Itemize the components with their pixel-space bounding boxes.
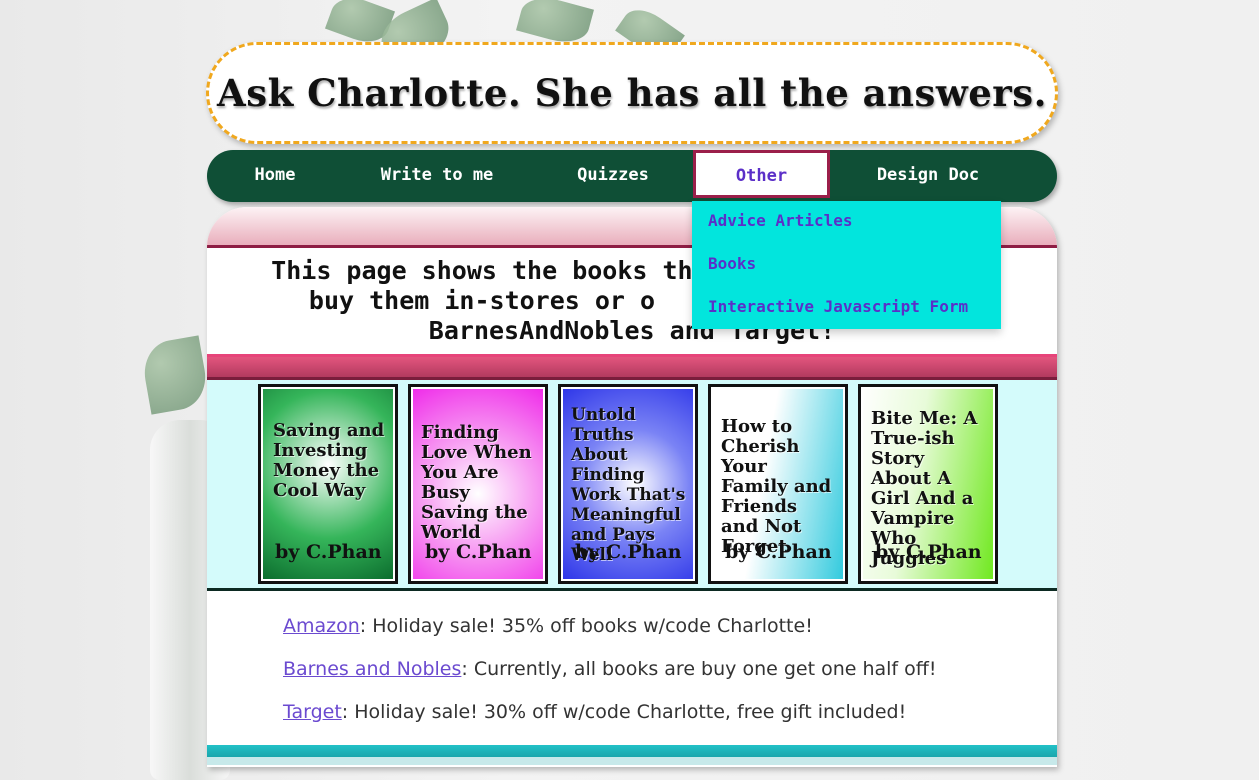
nav-home[interactable]: Home	[237, 150, 313, 202]
book-cover-bite-me[interactable]: Bite Me: A True-ish Story About A Girl A…	[858, 384, 998, 584]
amazon-link[interactable]: Amazon	[283, 615, 360, 637]
store-line-amazon: Amazon: Holiday sale! 35% off books w/co…	[283, 615, 813, 637]
book-cover-untold-truths[interactable]: Untold Truths About Finding Work That's …	[558, 384, 698, 584]
store-offer-text: : Holiday sale! 30% off w/code Charlotte…	[341, 701, 907, 723]
dropdown-item-advice-articles[interactable]: Advice Articles	[708, 211, 853, 230]
book-cover-cherish-family[interactable]: How to Cherish Your Family and Friends a…	[708, 384, 848, 584]
dropdown-item-books[interactable]: Books	[708, 254, 756, 273]
eucalyptus-leaf	[139, 335, 211, 415]
book-author: by C.Phan	[425, 541, 532, 563]
book-title: Saving and Investing Money the Cool Way	[273, 420, 385, 501]
book-author: by C.Phan	[275, 541, 382, 563]
book-author: by C.Phan	[725, 541, 832, 563]
store-line-target: Target: Holiday sale! 30% off w/code Cha…	[283, 701, 906, 723]
book-cover-finding-love[interactable]: Finding Love When You Are Busy Saving th…	[408, 384, 548, 584]
other-dropdown-menu: Advice Articles Books Interactive Javasc…	[692, 201, 1001, 329]
store-offer-text: : Holiday sale! 35% off books w/code Cha…	[359, 615, 813, 637]
nav-quizzes[interactable]: Quizzes	[567, 150, 659, 202]
site-title: Ask Charlotte. She has all the answers.	[217, 71, 1047, 115]
store-line-barnes: Barnes and Nobles: Currently, all books …	[283, 658, 937, 680]
book-author: by C.Phan	[575, 541, 682, 563]
nav-other[interactable]: Other	[693, 150, 830, 198]
dropdown-item-interactive-form[interactable]: Interactive Javascript Form	[708, 297, 968, 316]
nav-write-to-me[interactable]: Write to me	[375, 150, 499, 202]
divider-band	[207, 354, 1057, 380]
books-strip: Saving and Investing Money the Cool Way …	[207, 380, 1057, 591]
barnes-and-nobles-link[interactable]: Barnes and Nobles	[283, 658, 461, 680]
intro-line-1-start: This page shows the books that	[271, 256, 723, 285]
intro-line-2-text: buy them in-stores or o	[308, 286, 656, 315]
book-author: by C.Phan	[875, 541, 982, 563]
target-link[interactable]: Target	[283, 701, 342, 723]
book-cover-saving-investing[interactable]: Saving and Investing Money the Cool Way …	[258, 384, 398, 584]
bottom-bar	[207, 745, 1057, 765]
book-title: Finding Love When You Are Busy Saving th…	[421, 422, 532, 543]
book-title: Untold Truths About Finding Work That's …	[571, 405, 686, 565]
nav-design-doc[interactable]: Design Doc	[863, 150, 993, 202]
book-title: How to Cherish Your Family and Friends a…	[721, 416, 832, 557]
main-navbar: Home Write to me Quizzes Other Design Do…	[207, 150, 1057, 202]
store-offer-text: : Currently, all books are buy one get o…	[461, 658, 937, 680]
site-header: Ask Charlotte. She has all the answers.	[206, 42, 1058, 144]
